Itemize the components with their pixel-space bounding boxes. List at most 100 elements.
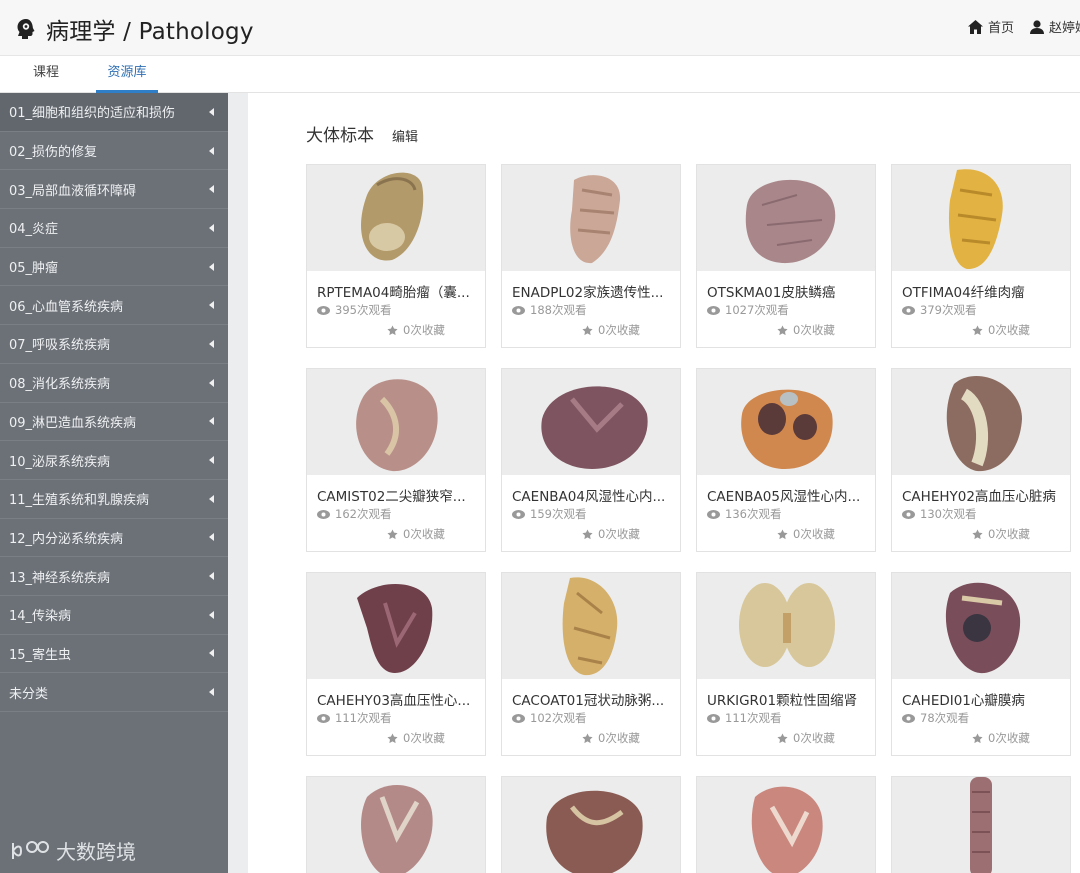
specimen-thumbnail[interactable]: [892, 165, 1070, 271]
sidebar-item[interactable]: 15_寄生虫: [0, 635, 228, 674]
eye-icon: [902, 509, 915, 519]
specimen-thumbnail[interactable]: [307, 573, 485, 679]
specimen-card[interactable]: CAHEDI01心瓣膜病 78次观看 0次收藏: [891, 572, 1071, 756]
sidebar-item[interactable]: 02_损伤的修复: [0, 132, 228, 171]
sidebar-item[interactable]: 13_神经系统疾病: [0, 557, 228, 596]
specimen-name[interactable]: OTFIMA04纤维肉瘤: [902, 281, 1062, 301]
specimen-thumbnail[interactable]: [892, 777, 1070, 873]
sidebar-item[interactable]: 10_泌尿系统疾病: [0, 441, 228, 480]
sidebar-item[interactable]: 01_细胞和组织的适应和损伤: [0, 93, 228, 132]
home-link[interactable]: 首页: [967, 17, 1014, 36]
sidebar-item[interactable]: 09_淋巴造血系统疾病: [0, 403, 228, 442]
specimen-card[interactable]: CAHEHY03高血压性心... 111次观看 0次收藏: [306, 572, 486, 756]
specimen-card[interactable]: [696, 776, 876, 873]
specimen-name[interactable]: CACOAT01冠状动脉粥...: [512, 689, 672, 709]
specimen-card[interactable]: ENADPL02家族遗传性... 188次观看 0次收藏: [501, 164, 681, 348]
specimen-card[interactable]: [306, 776, 486, 873]
specimen-thumbnail[interactable]: [502, 777, 680, 873]
sidebar-item[interactable]: 07_呼吸系统疾病: [0, 325, 228, 364]
sidebar-item-label: 11_生殖系统和乳腺疾病: [9, 493, 150, 509]
specimen-card[interactable]: RPTEMA04畸胎瘤（囊... 395次观看 0次收藏: [306, 164, 486, 348]
fav-count[interactable]: 0次收藏: [582, 322, 640, 338]
specimen-name[interactable]: URKIGR01颗粒性固缩肾: [707, 689, 867, 709]
star-icon: [972, 324, 983, 335]
specimen-thumbnail[interactable]: [892, 573, 1070, 679]
edit-link[interactable]: 编辑: [392, 126, 418, 145]
sidebar-item[interactable]: 未分类: [0, 673, 228, 712]
view-count: 395次观看: [317, 302, 391, 318]
tab-course[interactable]: 课程: [26, 56, 66, 93]
fav-count[interactable]: 0次收藏: [387, 322, 445, 338]
sidebar-item[interactable]: 14_传染病: [0, 596, 228, 635]
caret-left-icon: [209, 146, 214, 155]
specimen-name[interactable]: CAHEHY03高血压性心...: [317, 689, 477, 709]
view-count: 379次观看: [902, 302, 976, 318]
star-icon: [777, 732, 788, 743]
logo[interactable]: 病理学 / Pathology: [14, 12, 254, 46]
view-count-text: 159次观看: [530, 507, 587, 521]
specimen-card[interactable]: CACOAT01冠状动脉粥... 102次观看 0次收藏: [501, 572, 681, 756]
sidebar-item[interactable]: 12_内分泌系统疾病: [0, 519, 228, 558]
specimen-name[interactable]: CAHEDI01心瓣膜病: [902, 689, 1062, 709]
sidebar-item-label: 06_心血管系统疾病: [9, 299, 124, 315]
specimen-card[interactable]: URKIGR01颗粒性固缩肾 111次观看 0次收藏: [696, 572, 876, 756]
sidebar-item-label: 03_局部血液循环障碍: [9, 183, 137, 199]
specimen-name[interactable]: OTSKMA01皮肤鳞癌: [707, 281, 867, 301]
specimen-thumbnail[interactable]: [307, 777, 485, 873]
fav-count[interactable]: 0次收藏: [777, 526, 835, 542]
sidebar-item[interactable]: 03_局部血液循环障碍: [0, 170, 228, 210]
specimen-thumbnail[interactable]: [502, 573, 680, 679]
caret-left-icon: [209, 649, 214, 658]
specimen-thumbnail[interactable]: [697, 369, 875, 475]
fav-count[interactable]: 0次收藏: [387, 730, 445, 746]
sidebar-item[interactable]: 04_炎症: [0, 209, 228, 248]
specimen-thumbnail[interactable]: [697, 165, 875, 271]
sidebar-item[interactable]: 06_心血管系统疾病: [0, 286, 228, 326]
sidebar-item-label: 12_内分泌系统疾病: [9, 531, 124, 547]
sidebar-item[interactable]: 05_肿瘤: [0, 248, 228, 287]
fav-count[interactable]: 0次收藏: [972, 526, 1030, 542]
fav-count[interactable]: 0次收藏: [387, 526, 445, 542]
specimen-card[interactable]: OTFIMA04纤维肉瘤 379次观看 0次收藏: [891, 164, 1071, 348]
fav-count-text: 0次收藏: [793, 323, 835, 337]
fav-count[interactable]: 0次收藏: [972, 730, 1030, 746]
caret-left-icon: [209, 262, 214, 271]
caret-left-icon: [209, 301, 214, 310]
fav-count[interactable]: 0次收藏: [582, 526, 640, 542]
fav-count[interactable]: 0次收藏: [777, 730, 835, 746]
specimen-thumbnail[interactable]: [502, 165, 680, 271]
specimen-name[interactable]: RPTEMA04畸胎瘤（囊...: [317, 281, 477, 301]
fav-count[interactable]: 0次收藏: [972, 322, 1030, 338]
user-menu[interactable]: 赵婷婷: [1029, 17, 1080, 36]
specimen-name[interactable]: CAMIST02二尖瓣狭窄...: [317, 485, 477, 505]
caret-left-icon: [209, 417, 214, 426]
specimen-name[interactable]: CAENBA04风湿性心内...: [512, 485, 672, 505]
specimen-card[interactable]: CAMIST02二尖瓣狭窄... 162次观看 0次收藏: [306, 368, 486, 552]
specimen-thumbnail[interactable]: [502, 369, 680, 475]
specimen-card[interactable]: OTSKMA01皮肤鳞癌 1027次观看 0次收藏: [696, 164, 876, 348]
specimen-card[interactable]: CAENBA05风湿性心内... 136次观看 0次收藏: [696, 368, 876, 552]
tab-resource-library[interactable]: 资源库: [96, 56, 158, 93]
specimen-card[interactable]: CAENBA04风湿性心内... 159次观看 0次收藏: [501, 368, 681, 552]
specimen-name[interactable]: CAHEHY02高血压心脏病: [902, 485, 1062, 505]
specimen-card[interactable]: [501, 776, 681, 873]
specimen-card[interactable]: CAHEHY02高血压心脏病 130次观看 0次收藏: [891, 368, 1071, 552]
sidebar-item[interactable]: 08_消化系统疾病: [0, 364, 228, 403]
sidebar-item[interactable]: 11_生殖系统和乳腺疾病: [0, 480, 228, 519]
specimen-thumbnail[interactable]: [307, 165, 485, 271]
specimen-thumbnail[interactable]: [697, 777, 875, 873]
star-icon: [387, 732, 398, 743]
fav-count[interactable]: 0次收藏: [777, 322, 835, 338]
specimen-name[interactable]: CAENBA05风湿性心内...: [707, 485, 867, 505]
sidebar-item-label: 01_细胞和组织的适应和损伤: [9, 106, 176, 122]
caret-left-icon: [209, 107, 214, 116]
caret-left-icon: [209, 688, 214, 697]
watermark-text: 大数跨境: [56, 840, 136, 864]
specimen-name[interactable]: ENADPL02家族遗传性...: [512, 281, 672, 301]
fav-count[interactable]: 0次收藏: [582, 730, 640, 746]
specimen-thumbnail[interactable]: [892, 369, 1070, 475]
view-count-text: 395次观看: [335, 303, 392, 317]
specimen-thumbnail[interactable]: [697, 573, 875, 679]
specimen-thumbnail[interactable]: [307, 369, 485, 475]
specimen-card[interactable]: [891, 776, 1071, 873]
